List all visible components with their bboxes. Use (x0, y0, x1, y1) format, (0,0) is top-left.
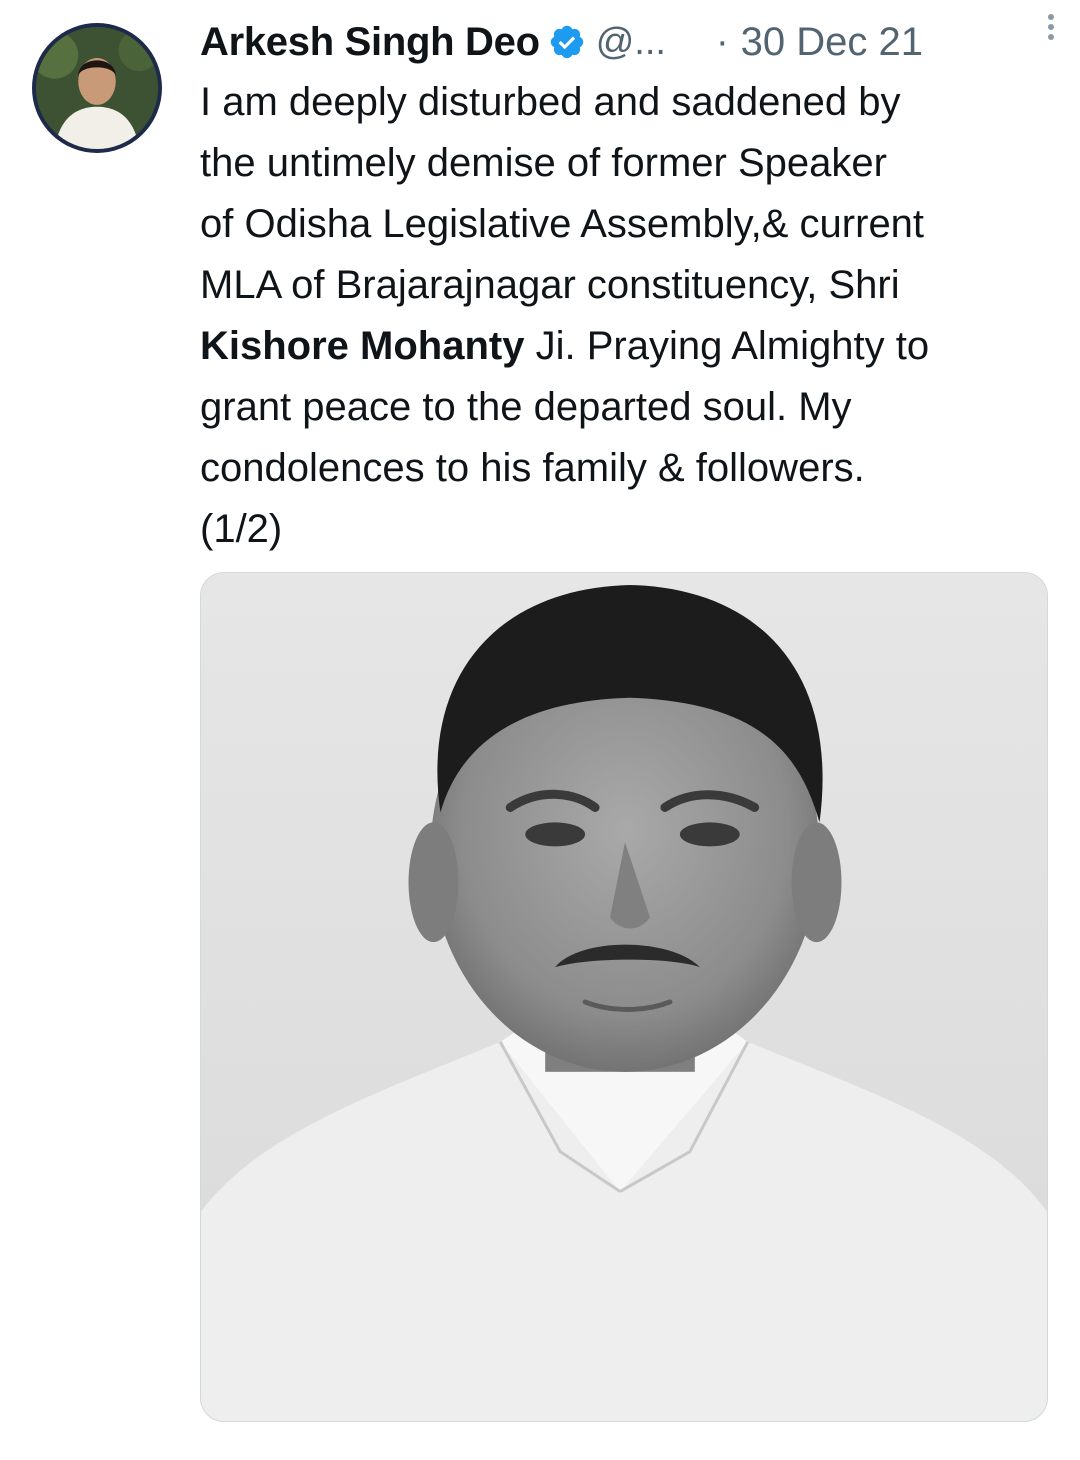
tweet-text-line: (1/2) (200, 507, 283, 551)
tweet-text-line: grant peace to the departed soul. My (200, 385, 852, 429)
tweet-media-image[interactable] (200, 572, 1048, 1422)
more-options-icon[interactable] (1044, 10, 1058, 46)
separator-dot: · (715, 20, 729, 63)
tweet-text-line: MLA of Brajarajnagar constituency, Shri (200, 263, 900, 307)
author-name[interactable]: Arkesh Singh Deo (200, 20, 540, 65)
tweet-header: Arkesh Singh Deo @... · 30 Dec 21 (200, 14, 1050, 70)
tweet-text-line: I am deeply disturbed and saddened by (200, 80, 901, 124)
tweet-text-fragment: Ji. Praying Almighty to (524, 324, 930, 368)
tweet-text-line: the untimely demise of former Speaker (200, 141, 887, 185)
verified-badge-icon (550, 25, 583, 59)
author-avatar[interactable] (32, 23, 162, 153)
tweet-date[interactable]: 30 Dec 21 (741, 20, 923, 65)
avatar-photo (36, 27, 158, 149)
tweet-text: I am deeply disturbed and saddened by th… (200, 72, 1060, 560)
tweet-text-line: condolences to his family & followers. (200, 446, 865, 490)
tweet-text-line: of Odisha Legislative Assembly,& current (200, 202, 925, 246)
portrait-photo (201, 573, 1047, 1421)
highlighted-name: Kishore Mohanty (200, 324, 525, 368)
author-handle[interactable]: @... (596, 21, 666, 64)
tweet-text-line: Kishore Mohanty Ji. Praying Almighty to (200, 316, 1060, 377)
